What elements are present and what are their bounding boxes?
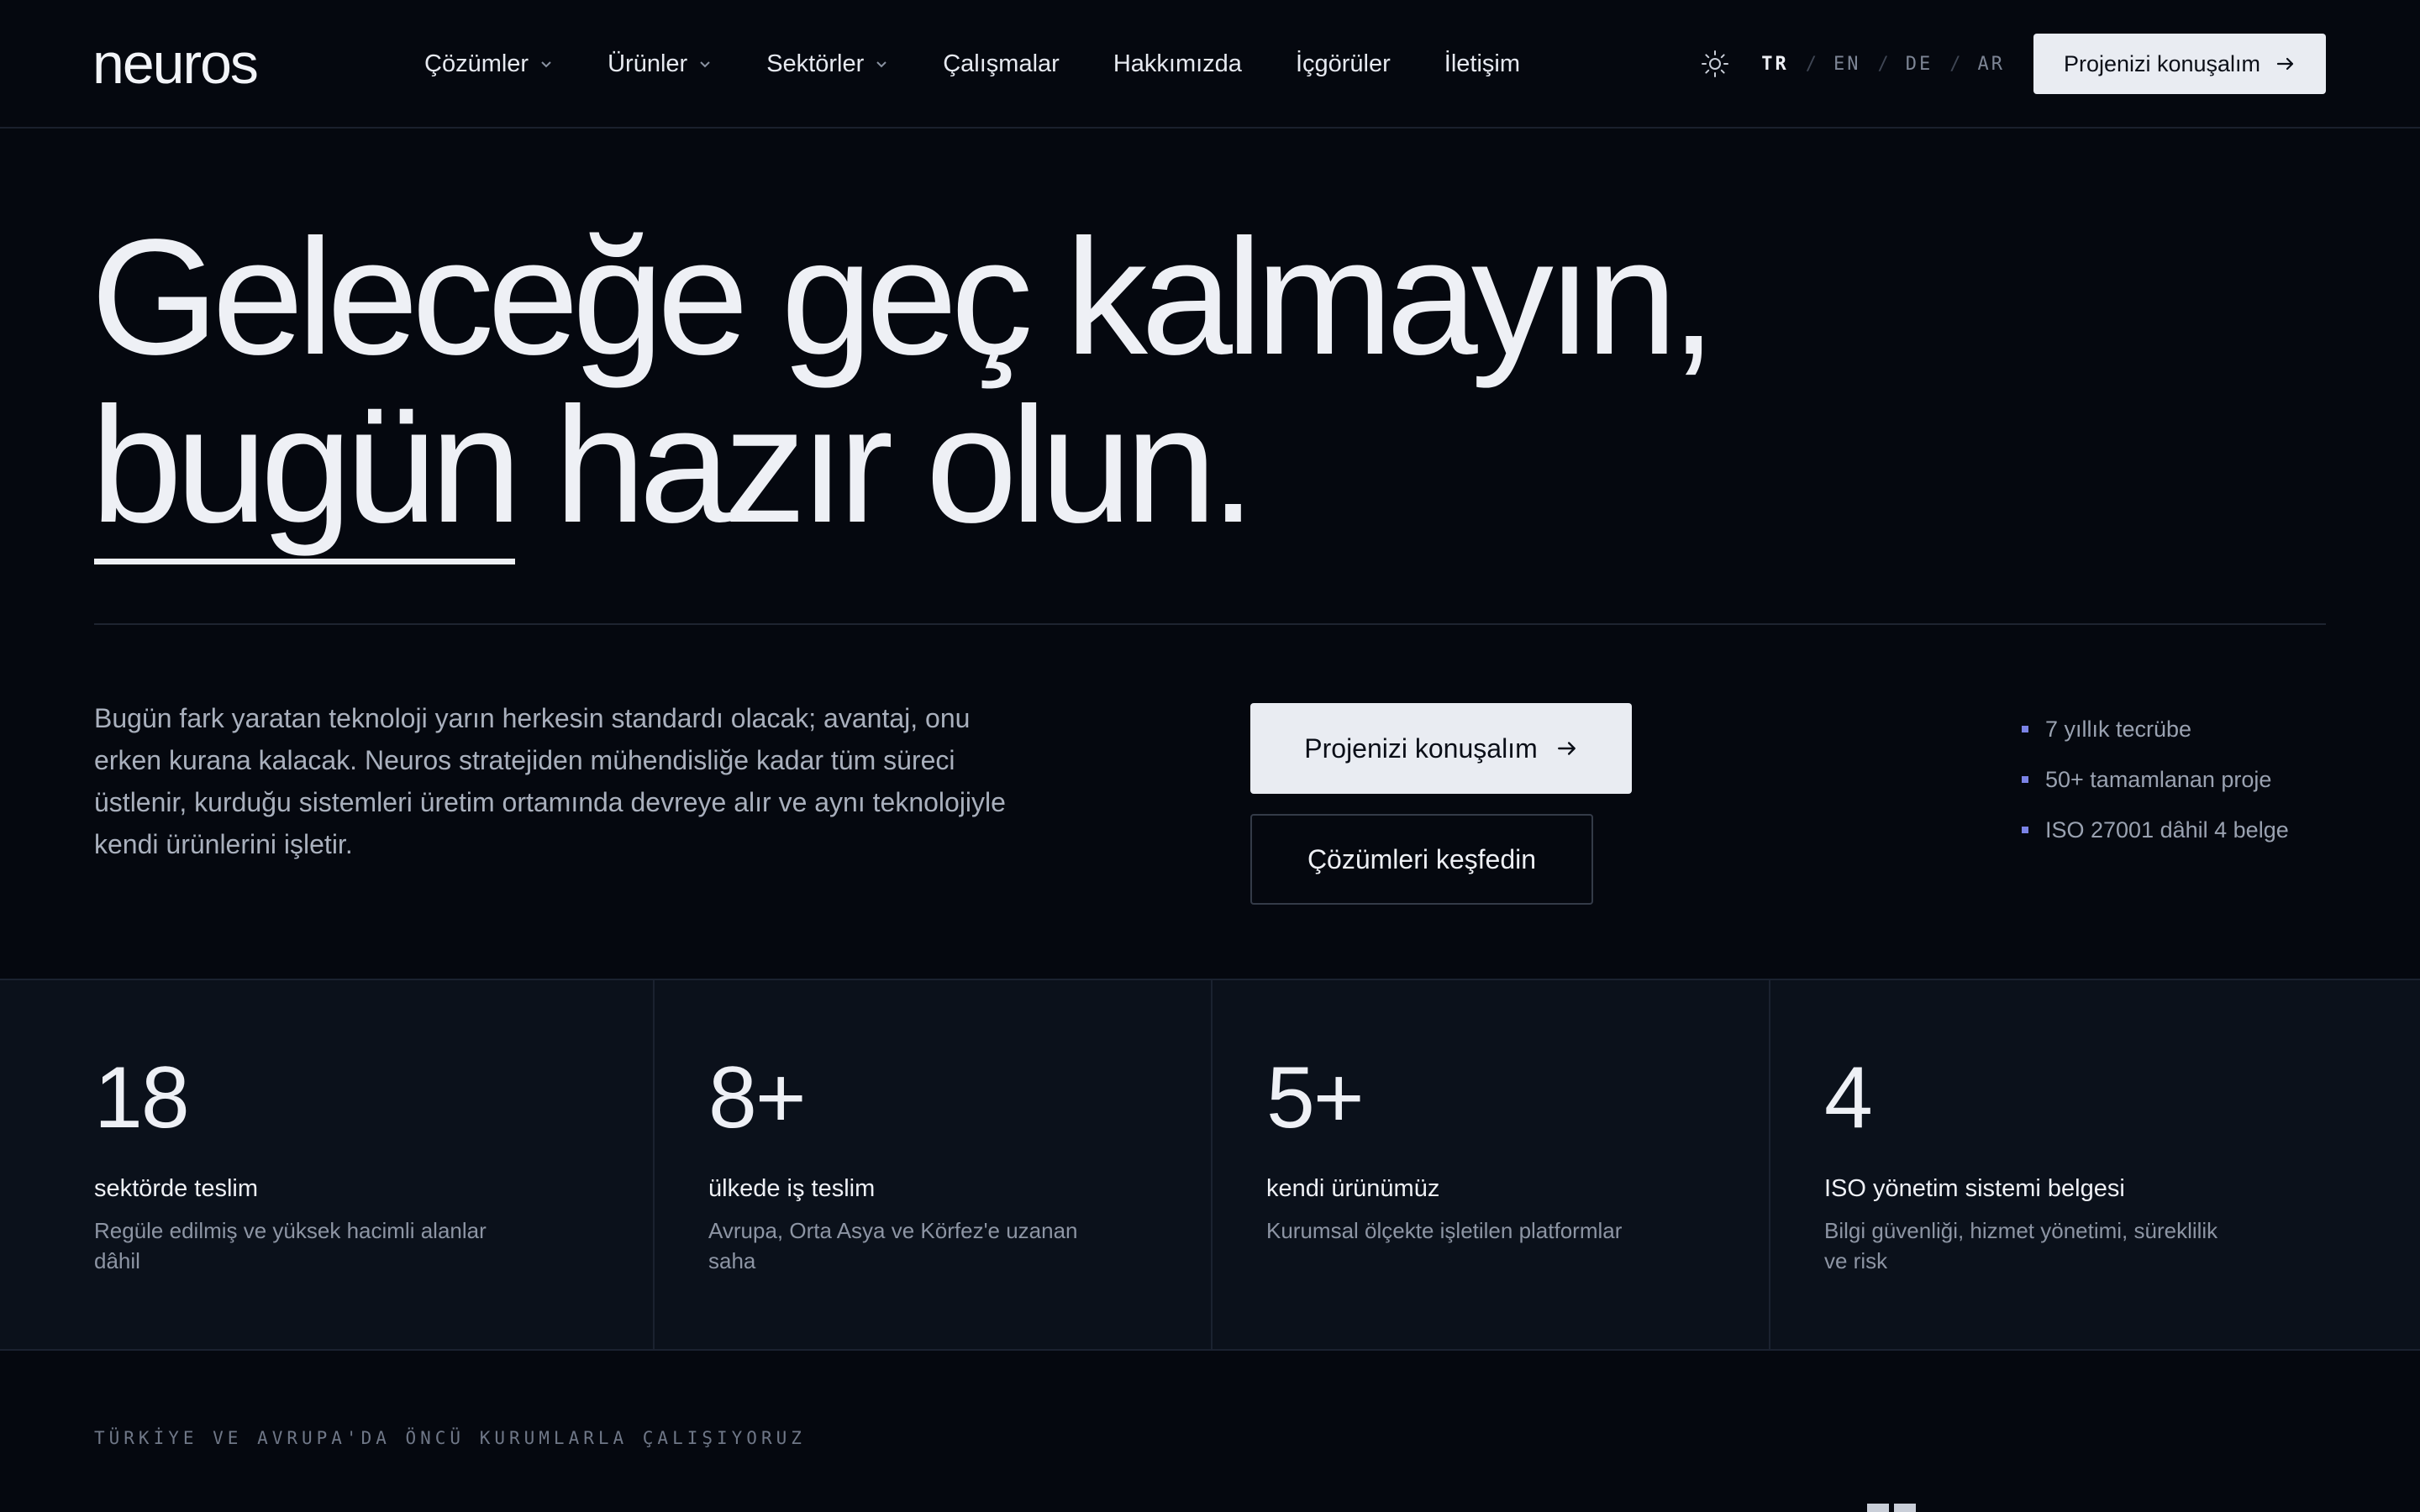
logo[interactable]: neuros [92,34,259,94]
arrow-right-icon [1557,742,1576,755]
hero-description: Bugün fark yaratan teknoloji yarın herke… [94,703,1006,859]
hero-underlined-word: bugün [91,373,522,564]
stat-value: 8+ [708,1049,807,1147]
stat-label: kendi ürünümüz [1266,1175,1440,1202]
hero-divider [94,623,2326,625]
menu-item-calismalar[interactable]: Çalışmalar [943,44,1060,84]
nav-actions: TR / EN / DE / AR Projenizi konuşalım [1701,34,2326,94]
language-separator: / [1805,53,1817,75]
square-bullet-icon [2022,827,2028,833]
language-separator: / [1949,53,1961,75]
language-de[interactable]: DE [1906,54,1933,75]
explore-solutions-button[interactable]: Çözümleri keşfedin [1250,814,1593,905]
fact-item: ISO 27001 dâhil 4 belge [2022,805,2289,855]
language-en[interactable]: EN [1833,54,1861,75]
language-ar[interactable]: AR [1978,54,2006,75]
stat-card-iso: 4 ISO yönetim sistemi belgesi Bilgi güve… [1769,980,2420,1351]
menu-item-label: Çözümler [424,50,529,77]
sun-icon[interactable] [1701,50,1729,78]
language-tr[interactable]: TR [1761,54,1789,75]
hero-facts-list: 7 yıllık tecrübe 50+ tamamlanan proje IS… [2022,704,2289,855]
menu-item-hakkimizda[interactable]: Hakkımızda [1113,44,1242,84]
main-menu: Çözümler Ürünler Sektörler Çalışmalar Ha… [424,44,1574,84]
nav-cta-label: Projenizi konuşalım [2063,50,2261,76]
stat-description: Avrupa, Orta Asya ve Körfez'e uzanan sah… [708,1218,1078,1273]
stat-description: Kurumsal ölçekte işletilen platformlar [1266,1218,1623,1243]
stat-value: 18 [94,1049,190,1147]
hero-heading-line-2: bugün hazır olun. [91,373,1710,564]
language-separator: / [1877,53,1889,75]
talk-project-label: Projenizi konuşalım [1304,732,1538,764]
menu-item-label: İçgörüler [1295,50,1391,77]
square-bullet-icon [2022,726,2028,732]
arrow-right-icon [2276,57,2294,71]
stat-description: Regüle edilmiş ve yüksek hacimli alanlar… [94,1218,487,1273]
fact-text: ISO 27001 dâhil 4 belge [2045,816,2289,843]
stat-card-sectors: 18 sektörde teslim Regüle edilmiş ve yük… [0,980,653,1351]
menu-item-sektorler[interactable]: Sektörler [766,44,889,84]
menu-item-iletisim[interactable]: İletişim [1444,44,1520,84]
menu-item-cozumler[interactable]: Çözümler [424,44,554,84]
fact-item: 7 yıllık tecrübe [2022,704,2289,754]
fact-text: 7 yıllık tecrübe [2045,716,2192,742]
stat-card-countries: 8+ ülkede iş teslim Avrupa, Orta Asya ve… [653,980,1211,1351]
stat-value: 4 [1824,1049,1873,1147]
chevron-down-icon [700,61,710,68]
hero-heading-line-1: Geleceğe geç kalmayın, [91,205,1717,389]
stat-value: 5+ [1266,1049,1365,1147]
talk-project-button[interactable]: Projenizi konuşalım [1250,703,1632,794]
square-bullet-icon [2022,776,2028,783]
menu-item-urunler[interactable]: Ürünler [608,44,713,84]
fact-item: 50+ tamamlanan proje [2022,754,2289,805]
menu-item-label: Ürünler [608,50,688,77]
nav-cta-button[interactable]: Projenizi konuşalım [2033,34,2326,94]
menu-item-icgoruler[interactable]: İçgörüler [1296,44,1391,84]
stat-label: ülkede iş teslim [708,1175,876,1202]
partner-logo-icon [1867,1504,1916,1512]
hero-heading: Geleceğe geç kalmayın, bugün hazır olun. [91,205,1717,564]
stat-description: Bilgi güvenliği, hizmet yönetimi, sürekl… [1824,1218,2218,1273]
menu-item-label: Sektörler [766,50,865,77]
stat-card-products: 5+ kendi ürünümüz Kurumsal ölçekte işlet… [1211,980,1769,1351]
stat-label: ISO yönetim sistemi belgesi [1824,1175,2125,1202]
partners-caption: TÜRKİYE VE AVRUPA'DA ÖNCÜ KURUMLARLA ÇAL… [94,1428,806,1448]
page: neuros Çözümler Ürünler Sektörler Çalışm… [0,0,2420,1512]
chevron-down-icon [541,61,551,68]
stat-label: sektörde teslim [94,1175,259,1202]
top-navigation: neuros Çözümler Ürünler Sektörler Çalışm… [0,0,2420,129]
stats-section: 18 sektörde teslim Regüle edilmiş ve yük… [0,979,2420,1351]
hero-heading-line-2-rest: hazır olun. [515,373,1255,557]
menu-item-label: İletişim [1444,50,1520,77]
menu-item-label: Hakkımızda [1113,50,1242,77]
explore-solutions-label: Çözümleri keşfedin [1307,843,1537,874]
chevron-down-icon [876,61,886,68]
fact-text: 50+ tamamlanan proje [2045,766,2272,792]
menu-item-label: Çalışmalar [943,50,1060,77]
